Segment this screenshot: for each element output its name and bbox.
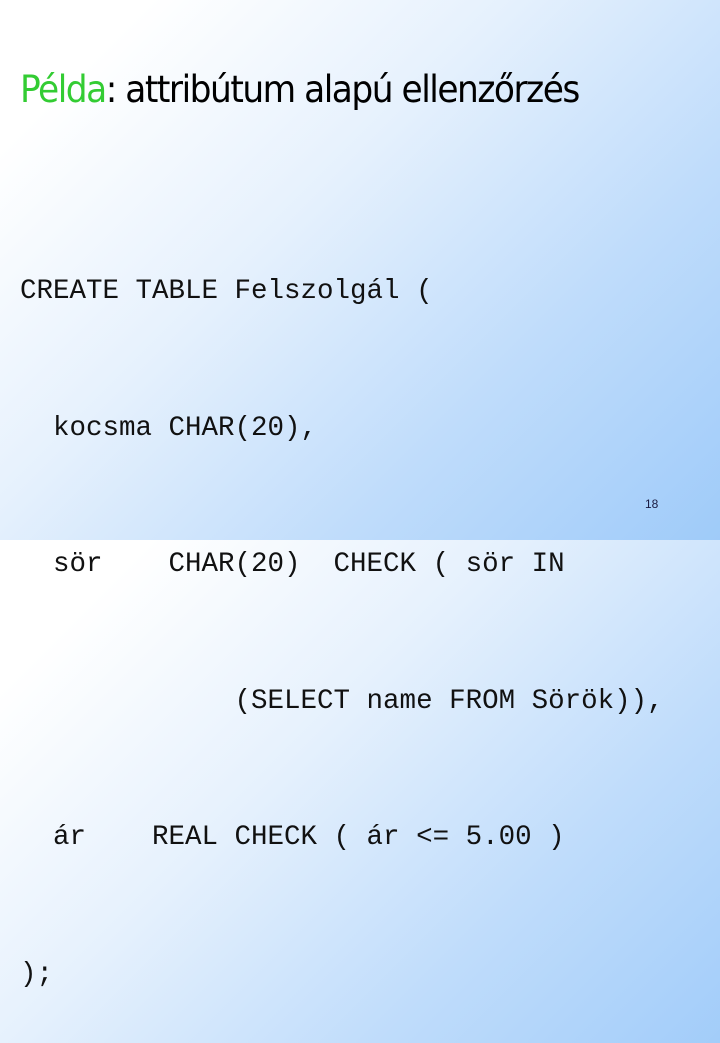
slide-title-accent: Példa — [20, 68, 107, 111]
code-line: CREATE TABLE Felszolgál ( — [20, 276, 433, 307]
slide-title: Példa: attribútum alapú ellenzőrzés — [20, 68, 581, 111]
code-line: sör CHAR(20) CHECK ( sör IN — [20, 549, 565, 580]
code-line: (SELECT name FROM Sörök)), — [20, 685, 664, 717]
page-number: 18 — [645, 497, 659, 511]
code-line: kocsma CHAR(20), — [20, 412, 318, 444]
sql-code-block: CREATE TABLE Felszolgál ( kocsma CHAR(20… — [20, 178, 664, 1043]
code-line: ); — [20, 958, 54, 990]
slide-title-rest: : attribútum alapú ellenzőrzés — [105, 68, 581, 111]
code-line: ár REAL CHECK ( ár <= 5.00 ) — [20, 822, 565, 853]
